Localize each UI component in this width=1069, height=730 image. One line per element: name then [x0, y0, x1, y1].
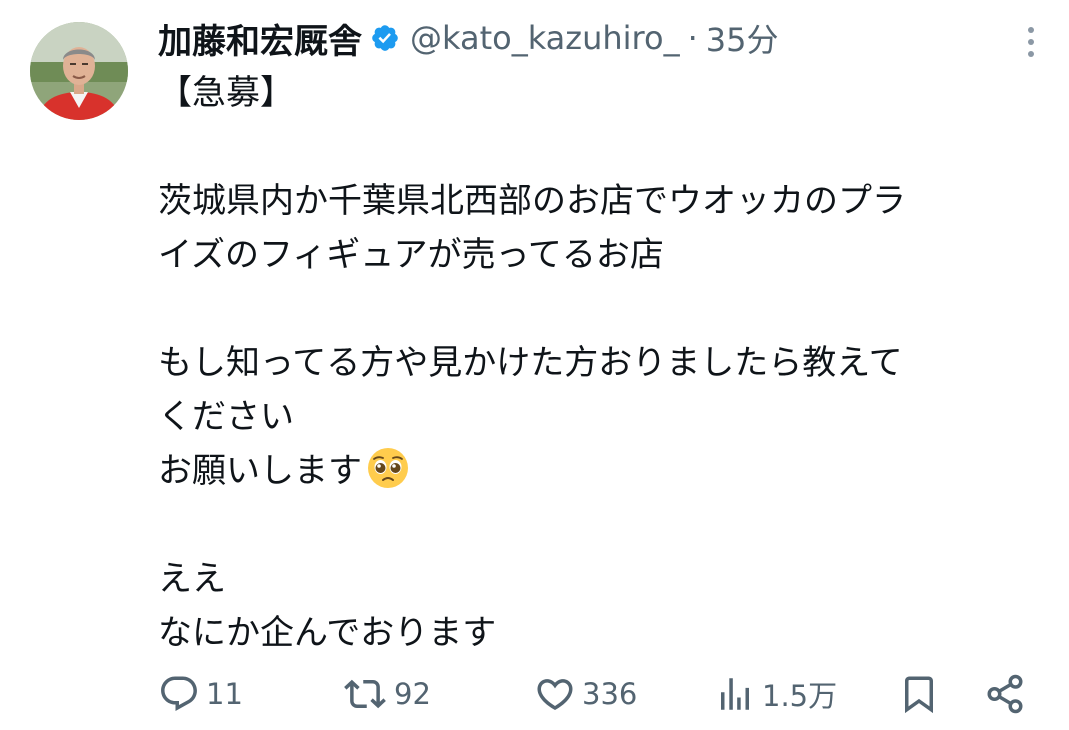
heart-icon	[537, 679, 573, 711]
share-button[interactable]	[984, 668, 1026, 720]
tweet-header: 加藤和宏厩舎 @kato_kazuhiro_ · 35分	[158, 14, 778, 62]
separator-dot: ·	[687, 19, 698, 57]
avatar-image	[30, 22, 128, 120]
like-button[interactable]: 336	[534, 668, 637, 720]
tweet-line: もし知ってる方や見かけた方おりましたら教えて	[158, 343, 903, 383]
action-bar: 11 92 336 1.5万	[158, 668, 1038, 720]
reply-button[interactable]: 11	[158, 668, 243, 720]
display-name[interactable]: 加藤和宏厩舎	[158, 14, 362, 63]
tweet-card[interactable]: 加藤和宏厩舎 @kato_kazuhiro_ · 35分 【急募】 茨城県内か千…	[0, 0, 1069, 730]
tweet-line: 茨城県内か千葉県北西部のお店でウオッカのプラ	[158, 181, 906, 221]
views-chart-icon	[721, 678, 749, 710]
pleading-face-emoji	[366, 446, 410, 490]
tweet-line: ええ	[158, 559, 226, 599]
retweet-button[interactable]: 92	[342, 668, 431, 720]
retweet-count: 92	[394, 677, 431, 711]
tweet-line: なにか企んでおります	[158, 613, 497, 653]
tweet-line: イズのフィギュアが売ってるお店	[158, 235, 664, 275]
tweet-line-with-emoji: お願いします	[158, 444, 1048, 498]
bookmark-button[interactable]	[898, 668, 940, 720]
share-icon	[987, 674, 1023, 714]
tweet-line-text: お願いします	[158, 451, 362, 491]
timestamp[interactable]: 35分	[706, 15, 779, 61]
verified-badge-icon	[370, 23, 400, 53]
views-count: 1.5万	[762, 679, 838, 713]
reply-icon	[161, 676, 197, 711]
tweet-line: ください	[158, 397, 294, 437]
views-button[interactable]: 1.5万	[714, 668, 837, 720]
user-handle[interactable]: @kato_kazuhiro_	[410, 19, 680, 57]
tweet-text: 【急募】 茨城県内か千葉県北西部のお店でウオッカのプラ イズのフィギュアが売って…	[158, 66, 1048, 660]
like-count: 336	[582, 677, 638, 711]
more-options-icon[interactable]	[1019, 22, 1043, 62]
tweet-line: 【急募】	[158, 73, 294, 113]
reply-count: 11	[206, 677, 243, 711]
retweet-icon	[344, 679, 386, 709]
avatar[interactable]	[30, 22, 128, 120]
bookmark-icon	[905, 676, 933, 714]
